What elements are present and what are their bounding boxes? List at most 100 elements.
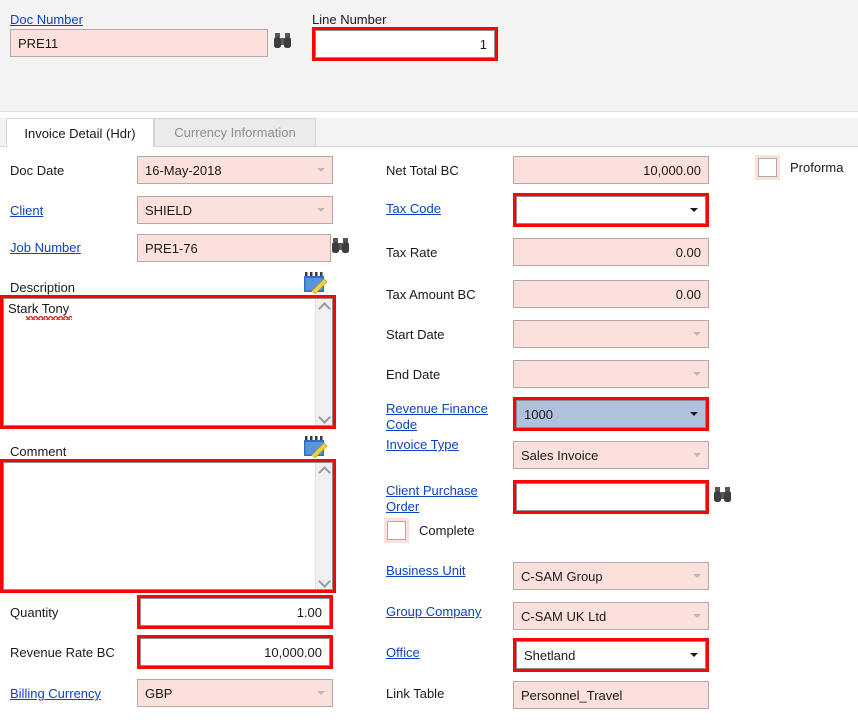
- start-date-field[interactable]: [513, 320, 709, 348]
- chevron-down-icon[interactable]: [690, 653, 698, 657]
- job-number-label[interactable]: Job Number: [10, 240, 81, 255]
- proforma-checkbox-row[interactable]: Proforma: [758, 158, 843, 177]
- tab-label: Invoice Detail (Hdr): [24, 126, 135, 141]
- line-number-value: 1: [323, 37, 487, 52]
- doc-number-value: PRE11: [18, 36, 260, 51]
- description-textarea[interactable]: Stark Tony: [3, 298, 333, 426]
- billing-currency-field[interactable]: GBP: [137, 679, 333, 707]
- office-label[interactable]: Office: [386, 645, 420, 660]
- office-field[interactable]: Shetland: [516, 641, 706, 669]
- chevron-down-icon[interactable]: [690, 208, 698, 212]
- invoice-type-field[interactable]: Sales Invoice: [513, 441, 709, 469]
- chevron-down-icon[interactable]: [690, 412, 698, 416]
- binoculars-icon[interactable]: [272, 31, 294, 51]
- tax-rate-value: 0.00: [521, 245, 701, 260]
- revenue-finance-code-value: 1000: [524, 407, 684, 422]
- note-edit-icon[interactable]: [302, 272, 326, 293]
- tax-code-field[interactable]: [516, 196, 706, 224]
- tab-strip: Invoice Detail (Hdr) Currency Informatio…: [0, 118, 858, 146]
- chevron-down-icon[interactable]: [317, 168, 325, 172]
- client-value: SHIELD: [145, 203, 311, 218]
- billing-currency-label[interactable]: Billing Currency: [10, 686, 101, 701]
- complete-checkbox[interactable]: [387, 521, 406, 540]
- line-number-label: Line Number: [312, 12, 386, 27]
- complete-checkbox-row[interactable]: Complete: [387, 521, 475, 540]
- description-label: Description: [10, 280, 75, 295]
- description-scrollbar[interactable]: [315, 299, 332, 425]
- revenue-rate-bc-field[interactable]: 10,000.00: [140, 638, 330, 666]
- end-date-label: End Date: [386, 367, 440, 382]
- proforma-label: Proforma: [790, 160, 843, 175]
- comment-textarea[interactable]: [3, 462, 333, 590]
- tab-invoice-detail-hdr[interactable]: Invoice Detail (Hdr): [6, 118, 154, 147]
- client-label[interactable]: Client: [10, 203, 43, 218]
- client-purchase-order-label[interactable]: Client Purchase Order: [386, 483, 498, 515]
- tax-amount-bc-value: 0.00: [521, 287, 701, 302]
- doc-date-field[interactable]: 16-May-2018: [137, 156, 333, 184]
- tax-amount-bc-field[interactable]: 0.00: [513, 280, 709, 308]
- revenue-finance-code-field[interactable]: 1000: [516, 400, 706, 428]
- description-value-wrap: Stark Tony: [4, 299, 315, 425]
- comment-label: Comment: [10, 444, 66, 459]
- spellcheck-squiggle: [26, 316, 72, 320]
- client-field[interactable]: SHIELD: [137, 196, 333, 224]
- doc-date-label: Doc Date: [10, 163, 64, 178]
- job-number-field[interactable]: PRE1-76: [137, 234, 331, 262]
- quantity-label: Quantity: [10, 605, 58, 620]
- description-value: Stark Tony: [8, 301, 69, 316]
- doc-date-value: 16-May-2018: [145, 163, 311, 178]
- tax-rate-field[interactable]: 0.00: [513, 238, 709, 266]
- chevron-down-icon[interactable]: [693, 574, 701, 578]
- group-company-value: C-SAM UK Ltd: [521, 609, 687, 624]
- chevron-down-icon[interactable]: [317, 691, 325, 695]
- chevron-down-icon[interactable]: [693, 332, 701, 336]
- invoice-type-value: Sales Invoice: [521, 448, 687, 463]
- client-purchase-order-field[interactable]: [516, 483, 706, 511]
- office-value: Shetland: [524, 648, 684, 663]
- comment-value-wrap: [4, 463, 315, 589]
- scroll-down-icon[interactable]: [320, 577, 329, 586]
- billing-currency-value: GBP: [145, 686, 311, 701]
- end-date-field[interactable]: [513, 360, 709, 388]
- net-total-bc-field[interactable]: 10,000.00: [513, 156, 709, 184]
- chevron-down-icon[interactable]: [693, 453, 701, 457]
- scroll-down-icon[interactable]: [320, 413, 329, 422]
- link-table-label: Link Table: [386, 686, 444, 701]
- doc-number-label[interactable]: Doc Number: [10, 12, 83, 27]
- tax-code-label[interactable]: Tax Code: [386, 201, 441, 216]
- revenue-rate-bc-label: Revenue Rate BC: [10, 645, 115, 660]
- chevron-down-icon[interactable]: [317, 208, 325, 212]
- content-panel: [0, 146, 858, 726]
- scroll-up-icon[interactable]: [320, 466, 329, 475]
- chevron-down-icon[interactable]: [693, 614, 701, 618]
- tab-currency-information[interactable]: Currency Information: [154, 118, 316, 146]
- net-total-bc-value: 10,000.00: [521, 163, 701, 178]
- tab-label: Currency Information: [174, 125, 295, 140]
- revenue-finance-code-label[interactable]: Revenue Finance Code: [386, 401, 504, 433]
- invoice-type-label[interactable]: Invoice Type: [386, 437, 459, 452]
- group-company-field[interactable]: C-SAM UK Ltd: [513, 602, 709, 630]
- comment-scrollbar[interactable]: [315, 463, 332, 589]
- quantity-field[interactable]: 1.00: [140, 598, 330, 626]
- revenue-rate-bc-value: 10,000.00: [148, 645, 322, 660]
- job-number-value: PRE1-76: [145, 241, 323, 256]
- proforma-checkbox[interactable]: [758, 158, 777, 177]
- business-unit-field[interactable]: C-SAM Group: [513, 562, 709, 590]
- chevron-down-icon[interactable]: [693, 372, 701, 376]
- doc-number-field[interactable]: PRE11: [10, 29, 268, 57]
- quantity-value: 1.00: [148, 605, 322, 620]
- binoculars-icon[interactable]: [712, 485, 734, 505]
- line-number-field[interactable]: 1: [315, 30, 495, 58]
- link-table-value: Personnel_Travel: [521, 688, 701, 703]
- scroll-up-icon[interactable]: [320, 302, 329, 311]
- complete-label: Complete: [419, 523, 475, 538]
- tax-amount-bc-label: Tax Amount BC: [386, 287, 476, 302]
- tax-rate-label: Tax Rate: [386, 245, 437, 260]
- start-date-label: Start Date: [386, 327, 445, 342]
- link-table-field[interactable]: Personnel_Travel: [513, 681, 709, 709]
- business-unit-value: C-SAM Group: [521, 569, 687, 584]
- note-edit-icon[interactable]: [302, 436, 326, 457]
- group-company-label[interactable]: Group Company: [386, 604, 481, 619]
- binoculars-icon[interactable]: [330, 236, 352, 256]
- business-unit-label[interactable]: Business Unit: [386, 563, 465, 578]
